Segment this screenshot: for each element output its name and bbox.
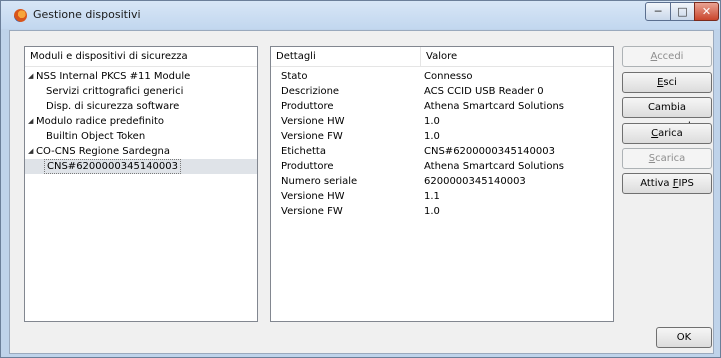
detail-value: Athena Smartcard Solutions <box>424 101 565 112</box>
button-label-suffix: arica <box>658 128 683 139</box>
tree-item-modulo-radice[interactable]: ◢ Modulo radice predefinito <box>25 114 257 129</box>
button-label-prefix: Cambia <box>647 102 687 113</box>
detail-key: Versione HW <box>281 191 345 202</box>
detail-row[interactable]: Descrizione ACS CCID USB Reader 0 <box>271 84 613 99</box>
tree-item-label: Disp. di sicurezza software <box>46 101 180 112</box>
tree-item-label: CO-CNS Regione Sardegna <box>36 146 171 157</box>
modules-tree-panel[interactable]: Moduli e dispositivi di sicurezza ◢ NSS … <box>24 46 258 322</box>
tree-item-nss-internal[interactable]: ◢ NSS Internal PKCS #11 Module <box>25 69 257 84</box>
firefox-icon <box>14 9 27 22</box>
tree-item-label: Modulo radice predefinito <box>36 116 165 127</box>
detail-row[interactable]: Versione FW 1.0 <box>271 129 613 144</box>
tree-item-servizi-crittografici[interactable]: Servizi crittografici generici <box>25 84 257 99</box>
details-column-header[interactable]: Dettagli <box>271 47 420 67</box>
button-label-prefix: Attiva <box>640 178 673 189</box>
detail-key: Stato <box>281 71 308 82</box>
button-label-suffix: carica <box>655 153 686 164</box>
minimize-button[interactable]: ─ <box>645 2 671 21</box>
scarica-button[interactable]: Scarica <box>622 148 712 169</box>
button-label-suffix: ccedi <box>657 51 684 62</box>
detail-value: 1.0 <box>424 116 440 127</box>
value-column-header[interactable]: Valore <box>421 47 613 67</box>
detail-key: Versione FW <box>281 206 343 217</box>
detail-value: 1.0 <box>424 206 440 217</box>
device-manager-window: Gestione dispositivi ─ □ ✕ Moduli e disp… <box>0 0 721 358</box>
detail-row[interactable]: Etichetta CNS#6200000345140003 <box>271 144 613 159</box>
detail-row[interactable]: Versione HW 1.0 <box>271 114 613 129</box>
detail-value: CNS#6200000345140003 <box>424 146 555 157</box>
button-label-suffix: IPS <box>678 178 694 189</box>
detail-key: Numero seriale <box>281 176 358 187</box>
detail-row[interactable]: Produttore Athena Smartcard Solutions <box>271 159 613 174</box>
expanded-arrow-icon[interactable]: ◢ <box>28 114 33 129</box>
details-panel[interactable]: Dettagli Valore Stato Connesso Descrizion… <box>270 46 614 322</box>
attiva-fips-button[interactable]: Attiva FIPS <box>622 173 712 194</box>
detail-value: 6200000345140003 <box>424 176 526 187</box>
modules-tree[interactable]: ◢ NSS Internal PKCS #11 Module Servizi c… <box>25 69 257 174</box>
tree-item-label: CNS#6200000345140003 <box>44 159 181 174</box>
detail-value: ACS CCID USB Reader 0 <box>424 86 544 97</box>
tree-item-builtin-object-token[interactable]: Builtin Object Token <box>25 129 257 144</box>
tree-item-co-cns[interactable]: ◢ CO-CNS Regione Sardegna <box>25 144 257 159</box>
tree-item-cns-token[interactable]: CNS#6200000345140003 <box>25 159 257 174</box>
detail-row[interactable]: Produttore Athena Smartcard Solutions <box>271 99 613 114</box>
ok-button[interactable]: OK <box>656 327 712 348</box>
detail-value: Athena Smartcard Solutions <box>424 161 565 172</box>
expanded-arrow-icon[interactable]: ◢ <box>28 69 33 84</box>
detail-row[interactable]: Stato Connesso <box>271 69 613 84</box>
expanded-arrow-icon[interactable]: ◢ <box>28 144 33 159</box>
carica-button[interactable]: Carica <box>622 123 712 144</box>
detail-key: Produttore <box>281 101 334 112</box>
maximize-icon: □ <box>677 5 688 18</box>
detail-key: Versione HW <box>281 116 345 127</box>
title-bar[interactable]: Gestione dispositivi ─ □ ✕ <box>1 1 720 29</box>
window-title: Gestione dispositivi <box>33 8 141 21</box>
cambia-password-button[interactable]: Cambia password <box>622 97 712 132</box>
details-list[interactable]: Stato Connesso Descrizione ACS CCID USB Re… <box>271 69 613 219</box>
detail-value: Connesso <box>424 71 473 82</box>
minimize-icon: ─ <box>654 5 662 18</box>
detail-key: Versione FW <box>281 131 343 142</box>
detail-row[interactable]: Versione FW 1.0 <box>271 204 613 219</box>
detail-key: Produttore <box>281 161 334 172</box>
close-button[interactable]: ✕ <box>694 2 719 21</box>
close-icon: ✕ <box>701 5 712 18</box>
tree-item-disp-sicurezza-software[interactable]: Disp. di sicurezza software <box>25 99 257 114</box>
detail-key: Etichetta <box>281 146 326 157</box>
detail-row[interactable]: Versione HW 1.1 <box>271 189 613 204</box>
tree-item-label: Builtin Object Token <box>46 131 146 142</box>
detail-value: 1.0 <box>424 131 440 142</box>
detail-row[interactable]: Numero seriale 6200000345140003 <box>271 174 613 189</box>
button-label-suffix: sci <box>663 77 677 88</box>
maximize-button[interactable]: □ <box>670 2 695 21</box>
tree-item-label: Servizi crittografici generici <box>46 86 184 97</box>
tree-item-label: NSS Internal PKCS #11 Module <box>36 71 191 82</box>
modules-column-header[interactable]: Moduli e dispositivi di sicurezza <box>25 47 257 67</box>
dialog-body: Moduli e dispositivi di sicurezza ◢ NSS … <box>9 30 714 354</box>
accedi-button[interactable]: Accedi <box>622 46 712 67</box>
esci-button[interactable]: Esci <box>622 72 712 93</box>
detail-key: Descrizione <box>281 86 340 97</box>
detail-value: 1.1 <box>424 191 440 202</box>
